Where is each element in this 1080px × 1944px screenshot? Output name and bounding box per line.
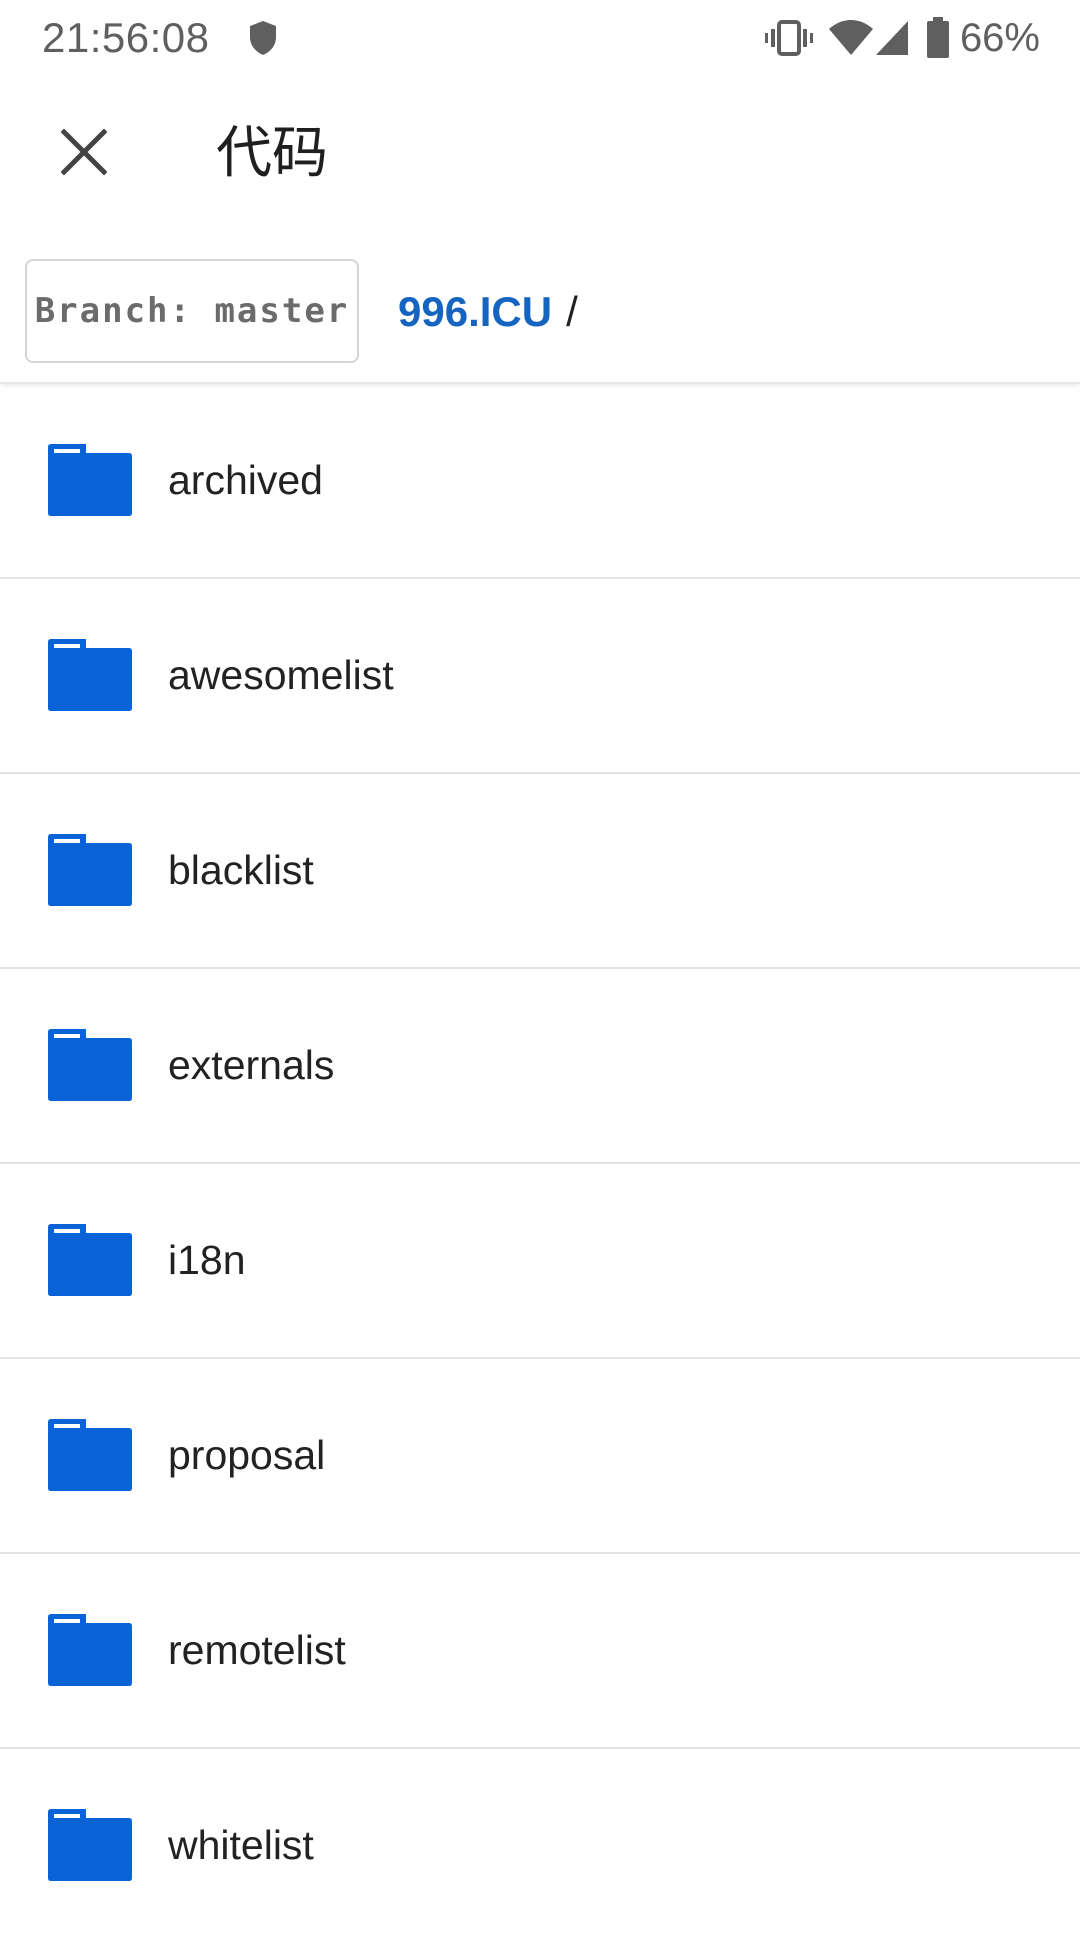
branch-selector-button[interactable]: Branch: master bbox=[25, 259, 359, 363]
list-item-label: archived bbox=[168, 457, 323, 503]
breadcrumb-separator: / bbox=[566, 288, 578, 335]
breadcrumb-repo-link[interactable]: 996.ICU bbox=[398, 288, 552, 336]
file-list: archived awesomelist blacklist externals… bbox=[0, 384, 1080, 1944]
list-item-label: i18n bbox=[168, 1237, 246, 1283]
vibrate-icon bbox=[764, 18, 814, 58]
folder-icon bbox=[48, 1809, 132, 1881]
list-item[interactable]: externals bbox=[0, 969, 1080, 1164]
battery-percent: 66% bbox=[959, 15, 1040, 60]
list-item-label: externals bbox=[168, 1042, 335, 1088]
list-item-label: remotelist bbox=[168, 1627, 346, 1673]
battery-icon bbox=[926, 17, 950, 59]
branch-label: Branch: master bbox=[34, 291, 350, 331]
list-item-label: proposal bbox=[168, 1432, 326, 1478]
status-time: 21:56:08 bbox=[42, 14, 210, 61]
folder-icon bbox=[48, 1419, 132, 1491]
branch-row: Branch: master 996.ICU / bbox=[0, 236, 1080, 384]
folder-icon bbox=[48, 1029, 132, 1101]
folder-icon bbox=[48, 639, 132, 711]
folder-icon bbox=[48, 444, 132, 516]
list-item-label: awesomelist bbox=[168, 652, 394, 698]
folder-icon bbox=[48, 834, 132, 906]
list-item-label: blacklist bbox=[168, 847, 314, 893]
list-item[interactable]: archived bbox=[0, 384, 1080, 579]
close-button[interactable] bbox=[44, 112, 124, 192]
signal-icon bbox=[874, 19, 910, 57]
list-item[interactable]: whitelist bbox=[0, 1749, 1080, 1944]
list-item[interactable]: blacklist bbox=[0, 774, 1080, 969]
list-item[interactable]: i18n bbox=[0, 1164, 1080, 1359]
wifi-icon bbox=[828, 19, 874, 57]
status-icons: 66% bbox=[764, 16, 1040, 61]
list-item-label: whitelist bbox=[168, 1822, 314, 1868]
close-icon bbox=[61, 129, 107, 175]
folder-icon bbox=[48, 1224, 132, 1296]
list-item[interactable]: awesomelist bbox=[0, 579, 1080, 774]
app-bar: 代码 bbox=[0, 76, 1080, 236]
status-bar: 21:56:08 66% bbox=[0, 0, 1080, 76]
page-title: 代码 bbox=[216, 121, 328, 186]
list-item[interactable]: remotelist bbox=[0, 1554, 1080, 1749]
folder-icon bbox=[48, 1614, 132, 1686]
shield-icon bbox=[248, 19, 280, 57]
breadcrumb: 996.ICU / bbox=[398, 284, 578, 340]
list-item[interactable]: proposal bbox=[0, 1359, 1080, 1554]
